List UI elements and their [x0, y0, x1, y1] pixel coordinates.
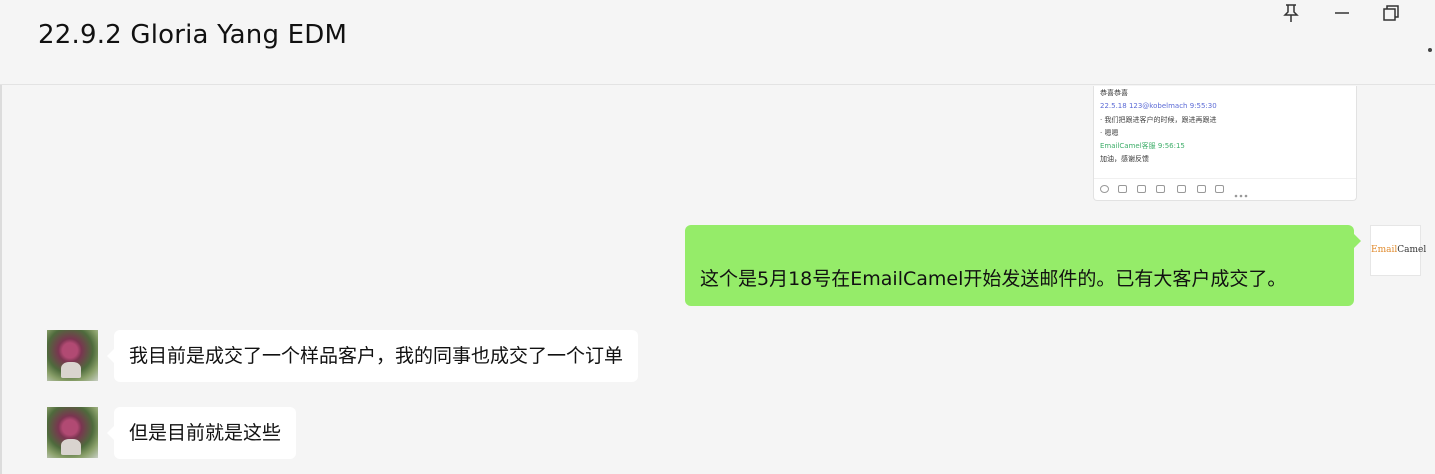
chat-history-icon	[1156, 185, 1165, 193]
contact-avatar[interactable]	[47, 330, 98, 381]
image-text-line: · 嗯嗯	[1100, 129, 1119, 137]
restore-icon	[1383, 5, 1399, 21]
restore-button[interactable]	[1377, 2, 1405, 24]
voice-icon	[1177, 185, 1186, 193]
chat-title: 22.9.2 Gloria Yang EDM	[38, 20, 348, 50]
contact-avatar[interactable]	[47, 407, 98, 458]
image-text-line: 恭喜恭喜	[1100, 89, 1128, 97]
video-icon	[1197, 185, 1206, 193]
image-text-line: · 我们把跟进客户的时候，跟进再跟进	[1100, 116, 1217, 124]
minimize-button[interactable]	[1328, 2, 1356, 24]
image-text-line: EmailCamel客服 9:56:15	[1100, 142, 1185, 150]
folder-icon	[1118, 185, 1127, 193]
bubble-tail	[107, 426, 114, 440]
pin-button[interactable]	[1277, 2, 1305, 24]
avatar-logo-text: Camel	[1397, 245, 1427, 255]
pin-icon	[1283, 4, 1299, 22]
chat-header: 22.9.2 Gloria Yang EDM	[0, 0, 1435, 85]
incoming-message-bubble[interactable]: 但是目前就是这些	[114, 407, 297, 459]
bubble-tail	[107, 349, 114, 363]
bubble-tail	[1354, 234, 1361, 248]
more-options-icon[interactable]	[1428, 48, 1432, 52]
image-text-line: 22.5.18 123@kobelmach 9:55:30	[1100, 102, 1217, 110]
image-toolbar	[1094, 178, 1356, 200]
emoji-icon	[1100, 185, 1109, 193]
incoming-message-bubble[interactable]: 我目前是成交了一个样品客户，我的同事也成交了一个订单	[114, 330, 639, 382]
image-text-line: 加油，感谢反馈	[1100, 155, 1149, 163]
phone-icon	[1215, 185, 1224, 193]
minimize-icon	[1335, 12, 1349, 14]
outgoing-message-bubble[interactable]: 这个是5月18号在EmailCamel开始发送邮件的。已有大客户成交了。	[685, 225, 1354, 306]
avatar-logo-text: Email	[1371, 245, 1398, 255]
self-avatar[interactable]: EmailCamel	[1370, 225, 1426, 276]
image-message[interactable]: 恭喜恭喜 22.5.18 123@kobelmach 9:55:30 · 我们把…	[1093, 86, 1357, 201]
scissors-icon	[1137, 185, 1146, 193]
more-icon	[1234, 185, 1248, 198]
